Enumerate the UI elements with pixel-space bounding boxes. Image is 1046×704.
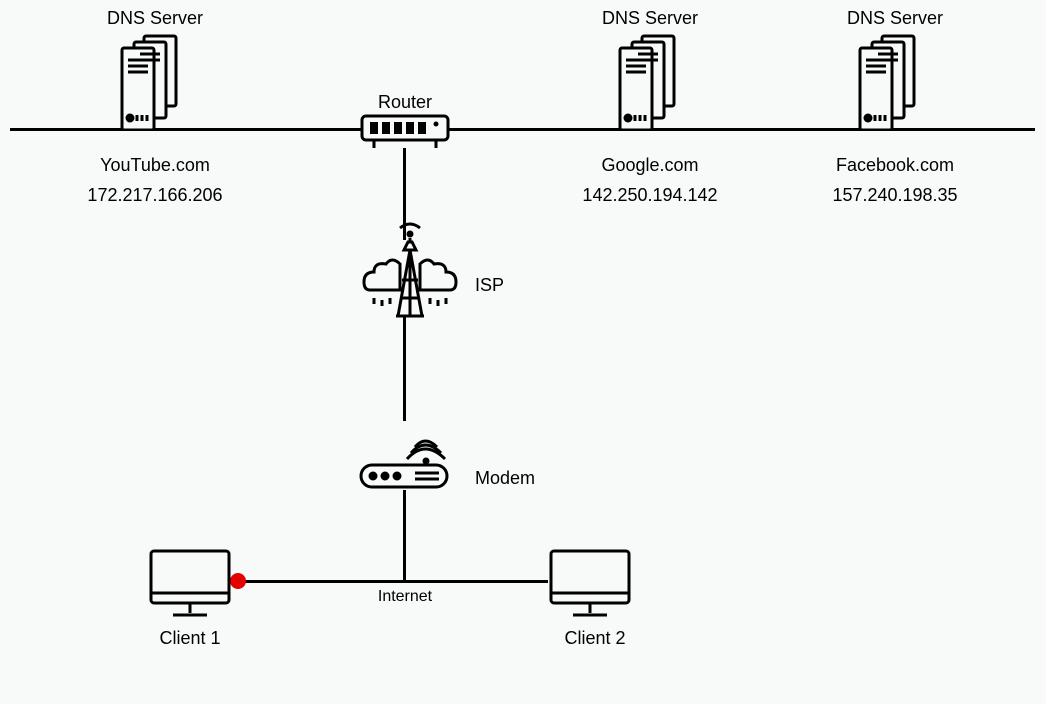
client2-label: Client 2 (564, 628, 625, 649)
client1-label: Client 1 (159, 628, 220, 649)
server2-ip: 142.250.194.142 (582, 185, 717, 206)
server1-domain: YouTube.com (100, 155, 210, 176)
client-branch-line (238, 580, 548, 583)
server1-ip: 172.217.166.206 (87, 185, 222, 206)
server3-title: DNS Server (847, 8, 943, 29)
server1-title: DNS Server (107, 8, 203, 29)
server3-domain: Facebook.com (836, 155, 954, 176)
modem-icon (355, 415, 465, 493)
network-diagram: DNS Server YouTube.com 172.217.166.206 D… (0, 0, 1046, 704)
isp-icon (360, 220, 460, 330)
server2-domain: Google.com (601, 155, 698, 176)
modem-label: Modem (475, 468, 535, 489)
server-icon (112, 30, 192, 130)
monitor-icon (145, 545, 235, 625)
internet-label: Internet (378, 588, 432, 606)
server2-title: DNS Server (602, 8, 698, 29)
link-modem-internet (403, 490, 406, 582)
link-isp-modem (403, 316, 406, 421)
monitor-icon (545, 545, 635, 625)
router-icon (360, 110, 450, 150)
server-icon (610, 30, 690, 130)
isp-label: ISP (475, 275, 504, 296)
server-icon (850, 30, 930, 130)
server3-ip: 157.240.198.35 (832, 185, 957, 206)
